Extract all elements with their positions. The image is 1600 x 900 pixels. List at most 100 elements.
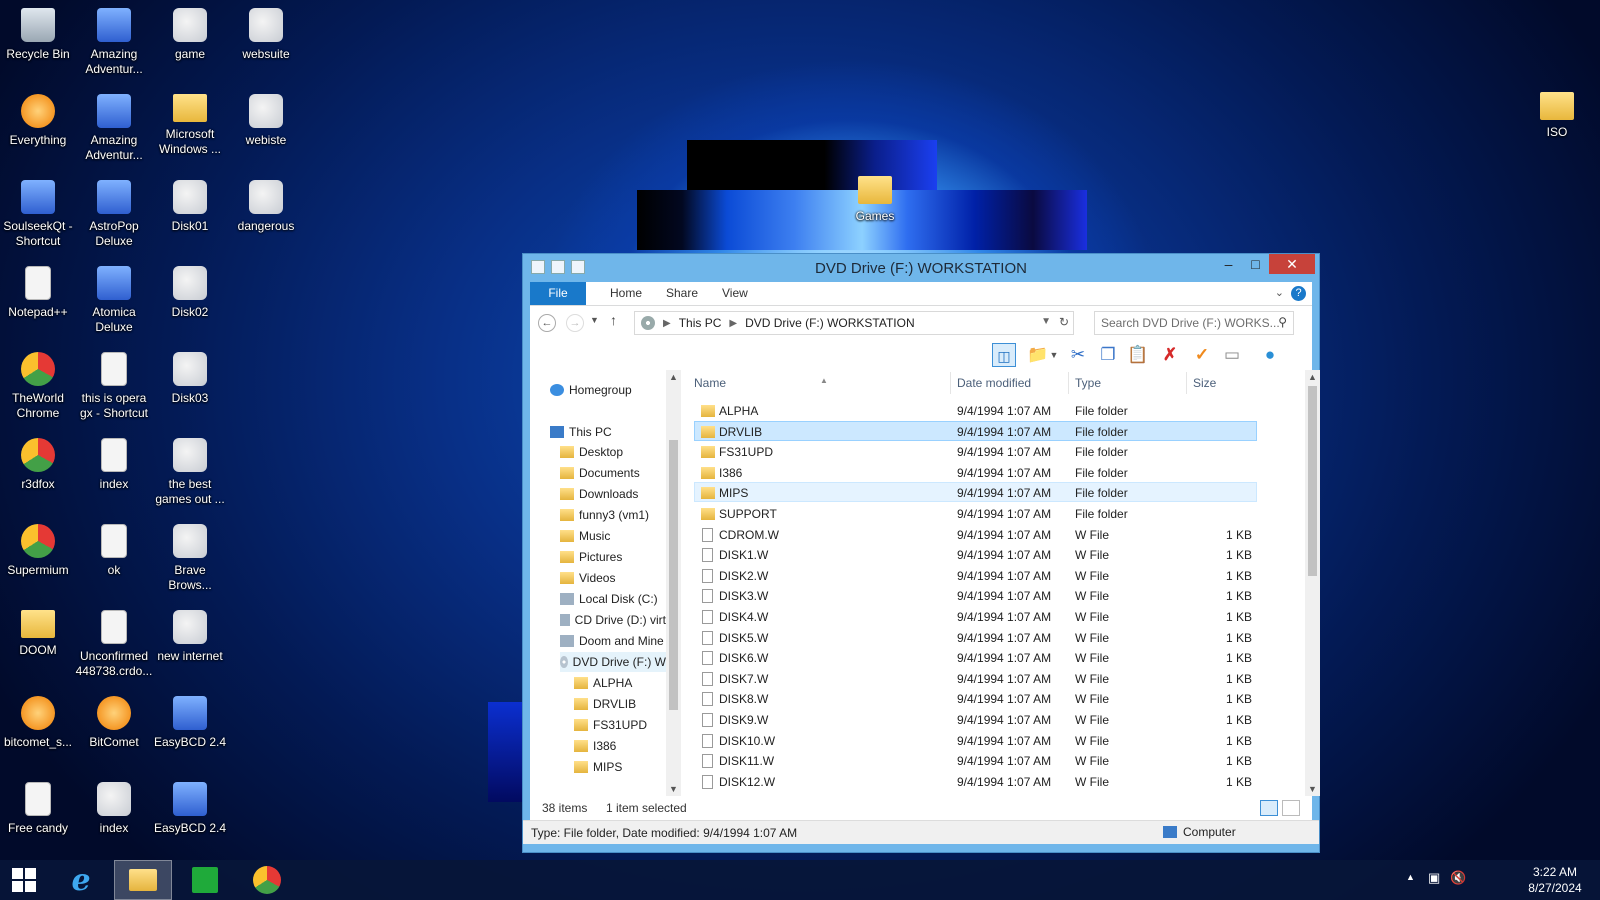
desktop-icon[interactable]: Recycle Bin: [0, 4, 77, 62]
file-explorer-window[interactable]: DVD Drive (F:) WORKSTATION – □ ✕ File Ho…: [522, 253, 1320, 853]
desktop-icon[interactable]: game: [151, 4, 229, 62]
search-icon[interactable]: ⚲: [1278, 315, 1287, 329]
title-bar[interactable]: DVD Drive (F:) WORKSTATION – □ ✕: [523, 254, 1319, 282]
breadcrumb-separator-icon[interactable]: ▶: [729, 318, 737, 329]
nav-item[interactable]: Desktop: [560, 442, 666, 462]
desktop-icon[interactable]: r3dfox: [0, 434, 77, 492]
desktop-icon[interactable]: Supermium: [0, 520, 77, 578]
tab-home[interactable]: Home: [598, 282, 654, 305]
file-list[interactable]: Name ▲ Date modified Type Size ALPHA 9/4/…: [690, 370, 1310, 796]
desktop-icon[interactable]: Atomica Deluxe: [75, 262, 153, 335]
file-list-scrollbar[interactable]: ▲ ▼: [1305, 370, 1320, 796]
file-row[interactable]: SUPPORT 9/4/1994 1:07 AM File folder: [694, 503, 1257, 523]
breadcrumb-dvd-drive[interactable]: DVD Drive (F:) WORKSTATION: [745, 316, 915, 330]
up-arrow-icon[interactable]: ↑: [610, 312, 617, 328]
nav-item[interactable]: ALPHA: [574, 673, 670, 693]
desktop-icon[interactable]: webiste: [227, 90, 305, 148]
file-row[interactable]: DISK2.W 9/4/1994 1:07 AM W File 1 KB: [694, 565, 1257, 585]
nav-item[interactable]: FS31UPD: [574, 715, 670, 735]
desktop-icon[interactable]: DOOM: [0, 606, 77, 658]
desktop-icon[interactable]: websuite: [227, 4, 305, 62]
desktop-icon[interactable]: this is opera gx - Shortcut: [75, 348, 153, 421]
desktop-icon[interactable]: index: [75, 778, 153, 836]
column-header-date[interactable]: Date modified: [950, 372, 1065, 394]
nav-item[interactable]: CD Drive (D:) virt: [560, 610, 666, 630]
file-row[interactable]: DISK6.W 9/4/1994 1:07 AM W File 1 KB: [694, 647, 1257, 667]
search-input[interactable]: Search DVD Drive (F:) WORKS... ⚲: [1094, 311, 1294, 335]
file-row[interactable]: DISK8.W 9/4/1994 1:07 AM W File 1 KB: [694, 688, 1257, 708]
desktop-icon[interactable]: Notepad++: [0, 262, 77, 320]
nav-item[interactable]: Music: [560, 526, 666, 546]
back-arrow-icon[interactable]: ←: [538, 314, 556, 332]
file-row[interactable]: FS31UPD 9/4/1994 1:07 AM File folder: [694, 441, 1257, 461]
file-row[interactable]: MIPS 9/4/1994 1:07 AM File folder: [694, 482, 1257, 503]
file-row[interactable]: DISK10.W 9/4/1994 1:07 AM W File 1 KB: [694, 730, 1257, 750]
desktop-icon[interactable]: Free candy: [0, 778, 77, 836]
desktop-icon[interactable]: Disk03: [151, 348, 229, 406]
store-button[interactable]: [176, 860, 234, 900]
nav-item[interactable]: Documents: [560, 463, 666, 483]
new-folder-icon[interactable]: 📁: [1026, 343, 1050, 367]
forward-arrow-icon[interactable]: →: [566, 314, 584, 332]
breadcrumb-this-pc[interactable]: This PC: [679, 316, 722, 330]
address-bar[interactable]: ▶ This PC ▶ DVD Drive (F:) WORKSTATION ▼…: [634, 311, 1074, 335]
desktop-icon[interactable]: SoulseekQt - Shortcut: [0, 176, 77, 249]
desktop-icon[interactable]: AstroPop Deluxe: [75, 176, 153, 249]
desktop-icon[interactable]: Amazing Adventur...: [75, 4, 153, 77]
show-hidden-icons-icon[interactable]: ▲: [1406, 872, 1415, 882]
file-row[interactable]: DISK11.W 9/4/1994 1:07 AM W File 1 KB: [694, 750, 1257, 770]
file-row[interactable]: DRVLIB 9/4/1994 1:07 AM File folder: [694, 420, 1257, 441]
close-button[interactable]: ✕: [1269, 254, 1315, 274]
column-header-type[interactable]: Type: [1068, 372, 1183, 394]
desktop-icon[interactable]: Games: [836, 172, 914, 224]
recent-locations-chevron-icon[interactable]: ▼: [590, 315, 599, 325]
clock[interactable]: 3:22 AM 8/27/2024: [1520, 864, 1590, 896]
tab-view[interactable]: View: [710, 282, 760, 305]
scroll-down-icon[interactable]: ▼: [1305, 784, 1320, 794]
desktop-icon[interactable]: Disk01: [151, 176, 229, 234]
desktop-icon[interactable]: the best games out ...: [151, 434, 229, 507]
desktop-icon[interactable]: Unconfirmed 448738.crdo...: [75, 606, 153, 679]
desktop-icon[interactable]: EasyBCD 2.4: [151, 778, 229, 836]
nav-item[interactable]: Homegroup: [550, 380, 666, 400]
nav-item[interactable]: Doom and Mine: [560, 631, 666, 651]
file-row[interactable]: I386 9/4/1994 1:07 AM File folder: [694, 462, 1257, 482]
desktop-icon[interactable]: Brave Brows...: [151, 520, 229, 593]
network-icon[interactable]: ▣: [1428, 870, 1440, 886]
desktop-icon[interactable]: BitComet: [75, 692, 153, 750]
tab-file[interactable]: File: [530, 282, 586, 305]
scroll-up-icon[interactable]: ▲: [666, 372, 681, 382]
nav-item[interactable]: MIPS: [574, 757, 670, 777]
desktop-icon[interactable]: EasyBCD 2.4: [151, 692, 229, 750]
delete-icon[interactable]: ✗: [1158, 343, 1182, 367]
nav-item[interactable]: Downloads: [560, 484, 666, 504]
file-explorer-button[interactable]: [114, 860, 172, 900]
navigation-pane[interactable]: Homegroup This PC Desktop Documents Download…: [530, 370, 676, 796]
desktop-icon[interactable]: dangerous: [227, 176, 305, 234]
nav-item[interactable]: I386: [574, 736, 670, 756]
chrome-button[interactable]: [238, 860, 296, 900]
column-header-name[interactable]: Name ▲: [694, 372, 944, 394]
scroll-down-icon[interactable]: ▼: [666, 784, 681, 794]
nav-item[interactable]: funny3 (vm1): [560, 505, 666, 525]
desktop-icon[interactable]: Everything: [0, 90, 77, 148]
nav-item[interactable]: Pictures: [560, 547, 666, 567]
desktop-icon[interactable]: Amazing Adventur...: [75, 90, 153, 163]
desktop-icon[interactable]: Microsoft Windows ...: [151, 90, 229, 157]
scroll-up-icon[interactable]: ▲: [1305, 372, 1320, 382]
breadcrumb-separator-icon[interactable]: ▶: [663, 318, 671, 329]
nav-scroll-thumb[interactable]: [669, 440, 678, 710]
minimize-button[interactable]: –: [1215, 254, 1242, 274]
desktop-icon[interactable]: new internet: [151, 606, 229, 664]
select-check-icon[interactable]: ✓: [1190, 343, 1214, 367]
file-scroll-thumb[interactable]: [1308, 386, 1317, 576]
desktop-icon[interactable]: bitcomet_s...: [0, 692, 77, 750]
maximize-button[interactable]: □: [1242, 254, 1269, 274]
desktop-icon[interactable]: Disk02: [151, 262, 229, 320]
file-row[interactable]: DISK1.W 9/4/1994 1:07 AM W File 1 KB: [694, 544, 1257, 564]
new-item-dropdown-icon[interactable]: ▼: [1048, 343, 1060, 367]
start-button[interactable]: [0, 860, 48, 900]
desktop-icon[interactable]: ok: [75, 520, 153, 578]
file-row[interactable]: DISK4.W 9/4/1994 1:07 AM W File 1 KB: [694, 606, 1257, 626]
file-row[interactable]: DISK9.W 9/4/1994 1:07 AM W File 1 KB: [694, 709, 1257, 729]
